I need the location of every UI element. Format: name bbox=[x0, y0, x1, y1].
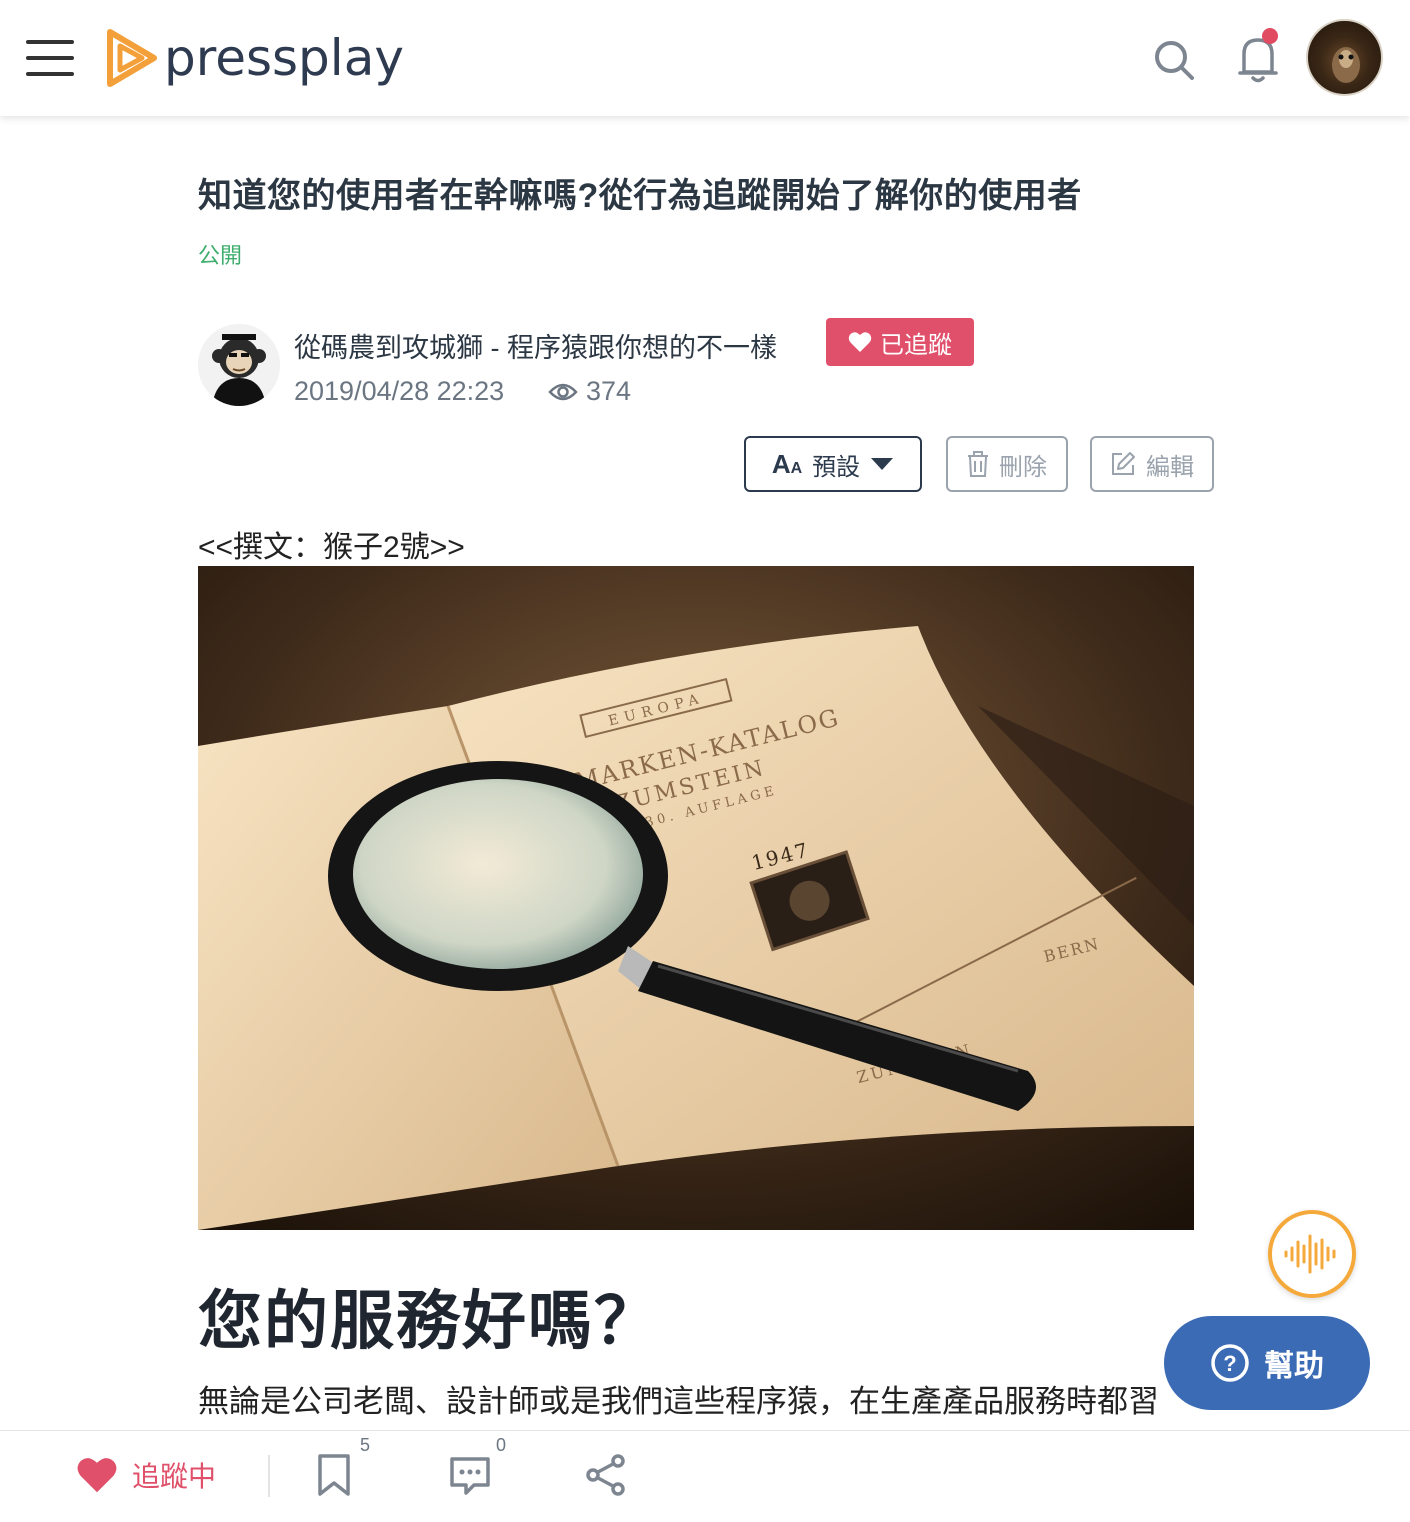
edit-label: 編輯 bbox=[1146, 453, 1194, 481]
book-magnifier-illustration: EUROPA BRIEFMARKEN-KATALOG ZUMSTEIN 30. … bbox=[198, 566, 1194, 1230]
eye-icon bbox=[548, 383, 578, 400]
font-size-label: 預設 bbox=[812, 453, 861, 481]
author-avatar[interactable] bbox=[198, 324, 280, 406]
menu-icon[interactable] bbox=[26, 38, 74, 78]
hero-image: EUROPA BRIEFMARKEN-KATALOG ZUMSTEIN 30. … bbox=[198, 566, 1194, 1230]
trash-icon bbox=[968, 451, 988, 477]
play-logo-icon bbox=[107, 29, 157, 87]
post-date: 2019/04/28 22:23 bbox=[294, 376, 505, 406]
help-button[interactable]: ? 幫助 bbox=[1164, 1316, 1370, 1410]
section-heading: 您的服務好嗎？ bbox=[198, 1285, 660, 1357]
help-label: 幫助 bbox=[1264, 1350, 1324, 1383]
audio-wave-icon bbox=[1284, 1234, 1336, 1274]
comment-count: 0 bbox=[496, 1435, 507, 1455]
follow-toggle-button[interactable]: 追蹤中 bbox=[76, 1451, 216, 1499]
heart-icon bbox=[77, 1458, 117, 1493]
audio-player-button[interactable] bbox=[1268, 1210, 1356, 1298]
svg-text:?: ? bbox=[1223, 1351, 1236, 1376]
pressplay-logo[interactable]: pressplay bbox=[104, 26, 404, 90]
notification-dot bbox=[1262, 28, 1278, 44]
user-avatar[interactable] bbox=[1306, 19, 1383, 96]
article-byline: <<撰文：猴子2號>> bbox=[198, 531, 465, 564]
bottom-bar-divider bbox=[268, 1455, 270, 1497]
delete-button[interactable]: 刪除 bbox=[946, 436, 1068, 492]
font-size-icon: AA bbox=[771, 448, 803, 479]
comment-icon[interactable] bbox=[448, 1453, 492, 1497]
share-icon[interactable] bbox=[584, 1453, 628, 1497]
question-icon: ? bbox=[1211, 1344, 1249, 1382]
bookmark-icon[interactable] bbox=[312, 1453, 356, 1497]
search-icon[interactable] bbox=[1152, 38, 1196, 82]
following-button[interactable]: 已追蹤 bbox=[826, 318, 974, 366]
top-navigation-bar: pressplay bbox=[0, 0, 1410, 116]
view-count: 374 bbox=[548, 376, 631, 407]
following-label: 已追蹤 bbox=[880, 331, 952, 359]
delete-label: 刪除 bbox=[999, 453, 1047, 481]
author-name-link[interactable]: 從碼農到攻城獅 - 程序猿跟你想的不一樣 bbox=[294, 326, 777, 365]
edit-button[interactable]: 編輯 bbox=[1090, 436, 1214, 492]
bottom-action-bar: 追蹤中 5 0 bbox=[0, 1430, 1410, 1522]
logo-text: pressplay bbox=[164, 29, 404, 87]
caret-down-icon bbox=[871, 458, 894, 470]
font-size-dropdown[interactable]: AA 預設 bbox=[744, 436, 922, 492]
bookmark-count: 5 bbox=[360, 1435, 371, 1455]
avatar-image bbox=[1332, 47, 1360, 83]
follow-toggle-label: 追蹤中 bbox=[132, 1461, 217, 1492]
article-title: 知道您的使用者在幹嘛嗎?從行為追蹤開始了解你的使用者 bbox=[198, 177, 1082, 215]
monkey-avatar-image bbox=[198, 324, 280, 406]
article-paragraph: 無論是公司老闆、設計師或是我們這些程序猿，在生產產品服務時都習 bbox=[198, 1384, 1159, 1419]
view-count-value: 374 bbox=[586, 376, 632, 406]
heart-icon bbox=[848, 332, 872, 352]
visibility-label: 公開 bbox=[198, 243, 243, 268]
edit-icon bbox=[1112, 452, 1135, 475]
